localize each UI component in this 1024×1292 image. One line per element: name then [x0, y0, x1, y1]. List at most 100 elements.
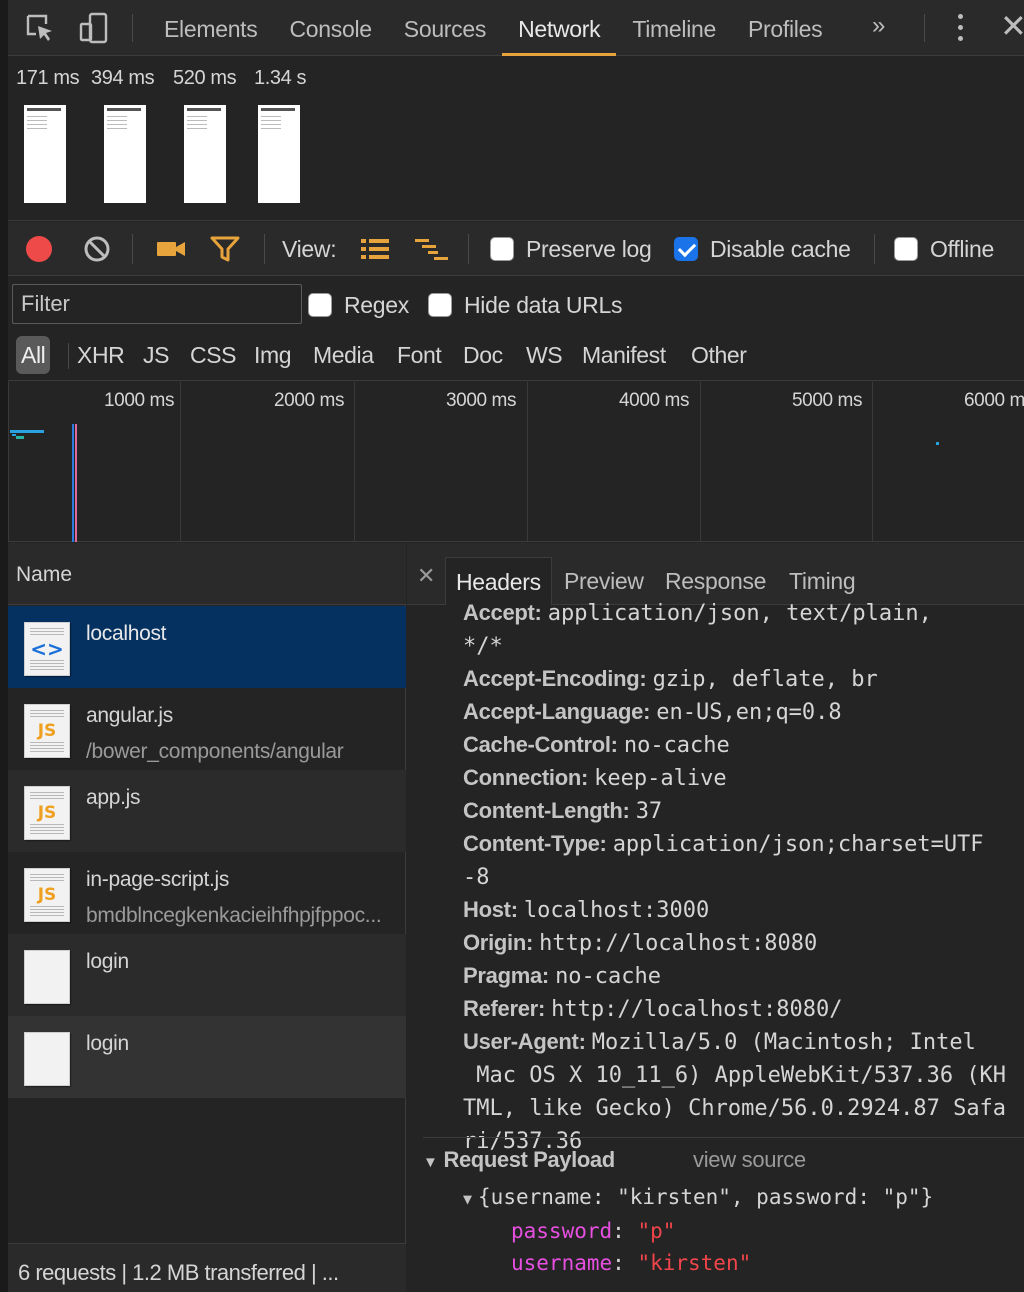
large-rows-button[interactable] — [360, 222, 390, 276]
html-file-icon: <> — [24, 622, 70, 676]
overview-gridline — [527, 382, 528, 542]
checkbox-unchecked[interactable] — [894, 237, 918, 261]
frame-thumbnail[interactable] — [24, 105, 66, 203]
header-line: Mac OS X 10_11_6) AppleWebKit/537.36 (KH — [463, 1059, 1023, 1092]
overview-tick: 1000 ms — [104, 390, 175, 411]
request-name: angular.js — [86, 704, 173, 727]
toolbar-divider — [468, 234, 469, 264]
network-summary: 6 requests | 1.2 MB transferred | ... — [8, 1243, 406, 1292]
kebab-menu-icon[interactable] — [950, 12, 970, 44]
header-value: http://localhost:8080/ — [551, 997, 843, 1022]
inspect-element-icon[interactable] — [24, 12, 56, 44]
filmstrip-frame[interactable]: 520 ms — [173, 67, 237, 203]
header-line: Content-Length: 37 — [463, 795, 1023, 828]
clear-button[interactable] — [82, 222, 112, 276]
frame-thumbnail[interactable] — [104, 105, 146, 203]
record-icon — [26, 236, 52, 262]
type-filter-font[interactable]: Font — [392, 336, 446, 374]
checkbox-unchecked[interactable] — [308, 293, 332, 317]
overview-gridline — [872, 382, 873, 542]
regex-checkbox[interactable]: Regex — [308, 285, 409, 325]
header-key: Connection: — [463, 765, 589, 790]
section-divider — [423, 1137, 1024, 1138]
header-key: Pragma: — [463, 963, 549, 988]
filmstrip-frame[interactable]: 1.34 s — [254, 67, 307, 203]
disable-cache-checkbox[interactable]: Disable cache — [674, 222, 851, 276]
tab-elements[interactable]: Elements — [148, 0, 273, 56]
close-details-icon[interactable]: ✕ — [417, 563, 435, 589]
header-line: TML, like Gecko) Chrome/56.0.2924.87 Saf… — [463, 1092, 1023, 1125]
header-line: Accept-Encoding: gzip, deflate, br — [463, 663, 1023, 696]
more-tabs-icon[interactable]: » — [872, 12, 885, 40]
type-filter-img[interactable]: Img — [249, 336, 296, 374]
type-filter-media[interactable]: Media — [308, 336, 379, 374]
frame-thumbnail[interactable] — [184, 105, 226, 203]
js-file-icon: JS — [24, 868, 70, 922]
type-filter-doc[interactable]: Doc — [458, 336, 508, 374]
type-filter-manifest[interactable]: Manifest — [577, 336, 671, 374]
device-mode-icon[interactable] — [78, 12, 110, 44]
header-value: http://localhost:8080 — [539, 931, 818, 956]
overview-toggle-button[interactable] — [414, 222, 450, 276]
close-icon[interactable]: ✕ — [1000, 10, 1024, 42]
type-filter-css[interactable]: CSS — [185, 336, 241, 374]
request-row[interactable]: JS angular.js /bower_components/angular — [8, 688, 406, 770]
request-path: /bower_components/angular — [86, 740, 344, 763]
request-row[interactable]: <> localhost — [8, 606, 406, 688]
network-overview[interactable]: 1000 ms 2000 ms 3000 ms 4000 ms 5000 ms … — [8, 382, 1024, 542]
request-row[interactable]: login — [8, 934, 406, 1016]
load-event-line — [75, 424, 77, 542]
header-line: Origin: http://localhost:8080 — [463, 927, 1023, 960]
regex-label: Regex — [344, 291, 409, 318]
filter-input[interactable] — [12, 284, 302, 324]
toolbar-divider — [132, 234, 133, 264]
type-filter-other[interactable]: Other — [686, 336, 752, 374]
header-line: Accept: application/json, text/plain, — [463, 597, 1023, 630]
payload-object[interactable]: ▼ {username: "kirsten", password: "p"} — [463, 1185, 933, 1209]
requests-panel: Name <> localhost JS angular.js /bower_c… — [8, 543, 406, 1292]
request-row[interactable]: JS in-page-script.js bmdblncegkenkacieih… — [8, 852, 406, 934]
type-filter-ws[interactable]: WS — [521, 336, 567, 374]
tab-timeline[interactable]: Timeline — [616, 0, 732, 56]
offline-checkbox[interactable]: Offline — [894, 222, 994, 276]
tab-network[interactable]: Network — [502, 0, 617, 56]
tab-profiles[interactable]: Profiles — [732, 0, 838, 56]
header-key: Referer: — [463, 996, 545, 1021]
header-line: Connection: keep-alive — [463, 762, 1023, 795]
record-button[interactable] — [26, 222, 52, 276]
overview-gridline — [8, 382, 9, 542]
type-filter-xhr[interactable]: XHR — [72, 336, 129, 374]
checkbox-unchecked[interactable] — [490, 237, 514, 261]
view-source-link[interactable]: view source — [693, 1147, 806, 1173]
tab-sources[interactable]: Sources — [388, 0, 502, 56]
type-divider — [68, 343, 69, 369]
frame-time: 1.34 s — [254, 67, 307, 89]
type-filter-all[interactable]: All — [16, 336, 51, 374]
preserve-log-checkbox[interactable]: Preserve log — [490, 222, 652, 276]
checkbox-unchecked[interactable] — [428, 293, 452, 317]
header-key: User-Agent: — [463, 1029, 586, 1054]
request-path: bmdblncegkenkacieihfhpjfppoc... — [86, 904, 382, 927]
toolbar-divider — [132, 14, 133, 42]
request-row[interactable]: JS app.js — [8, 770, 406, 852]
request-bar — [16, 436, 24, 439]
header-value: Mozilla/5.0 (Macintosh; Intel — [591, 1030, 976, 1055]
overview-tick: 6000 ms — [964, 390, 1024, 411]
capture-screenshots-button[interactable] — [156, 222, 186, 276]
checkbox-checked[interactable] — [674, 237, 698, 261]
request-payload-toggle[interactable]: ▼ Request Payload — [423, 1147, 615, 1179]
panel-tabs: Elements Console Sources Network Timelin… — [148, 0, 838, 56]
name-column-header[interactable]: Name — [8, 543, 406, 605]
frame-thumbnail[interactable] — [258, 105, 300, 203]
screenshot-filmstrip: 171 ms 394 ms 520 ms 1.34 s — [8, 57, 1024, 221]
domcontentloaded-line — [72, 424, 74, 542]
request-row[interactable]: login — [8, 1016, 406, 1098]
type-filter-js[interactable]: JS — [138, 336, 174, 374]
network-toolbar: View: Preserve log Disable cache Offline — [8, 222, 1024, 276]
header-line: Referer: http://localhost:8080/ — [463, 993, 1023, 1026]
hide-data-urls-checkbox[interactable]: Hide data URLs — [428, 285, 622, 325]
filter-toggle-button[interactable] — [210, 222, 240, 276]
filmstrip-frame[interactable]: 394 ms — [91, 67, 155, 203]
filmstrip-frame[interactable]: 171 ms — [16, 67, 80, 203]
tab-console[interactable]: Console — [273, 0, 387, 56]
